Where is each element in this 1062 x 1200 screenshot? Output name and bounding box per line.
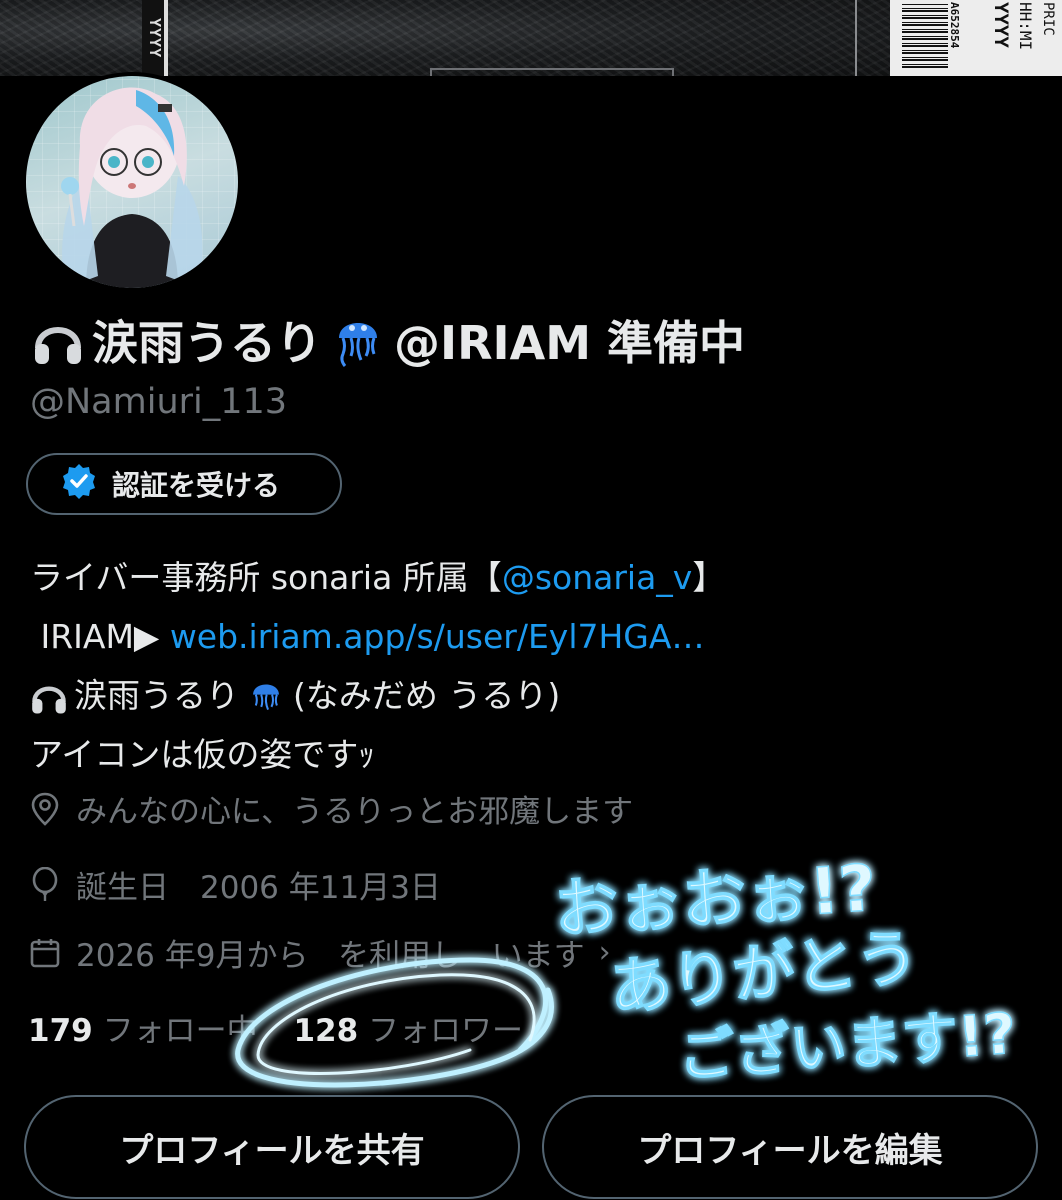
banner-label-code: A652854 bbox=[948, 2, 961, 49]
bio-line-4: アイコンは仮の姿ですｯ bbox=[30, 735, 375, 774]
location-pin-icon bbox=[28, 792, 62, 826]
birthday-text: 誕生日 2006 年11月3日 bbox=[76, 870, 441, 906]
bio-text: IRIAM▶ bbox=[30, 617, 170, 656]
profile-banner[interactable]: YYYY A652854 YYYY HH:MI PRIC bbox=[0, 0, 1062, 76]
profile-birthday: 誕生日 2006 年11月3日 bbox=[28, 862, 441, 907]
display-name-suffix: @IRIAM 準備中 bbox=[394, 316, 746, 370]
display-name-text: 涙雨うるり bbox=[92, 316, 322, 370]
followers-label: フォロワー bbox=[368, 1013, 524, 1049]
followers-link[interactable]: 128 フォロワー bbox=[293, 1013, 523, 1049]
chevron-right-icon[interactable]: › bbox=[599, 935, 611, 970]
banner-label-time: HH:MI bbox=[1016, 2, 1035, 51]
display-name: 涙雨うるり @IRIAM 準備中 bbox=[30, 305, 745, 375]
following-count: 179 bbox=[28, 1013, 93, 1049]
joined-text: 2026 年9月から を利用し います bbox=[76, 938, 585, 974]
annotation-line-2: ありがとう bbox=[606, 920, 922, 1025]
bio-line-1: ライバー事務所 sonaria 所属【 @sonaria_v 】 bbox=[30, 548, 725, 607]
banner-vertical-text: YYYY bbox=[142, 0, 164, 76]
banner-label: A652854 YYYY HH:MI PRIC bbox=[890, 0, 1062, 76]
bio-line-3: 涙雨うるり (なみだめ うるり) bbox=[30, 666, 725, 725]
bio-text: 涙雨うるり bbox=[74, 676, 239, 715]
mention-link[interactable]: @sonaria_v bbox=[502, 548, 693, 607]
follow-stats: 179 フォロー中 128 フォロワー bbox=[28, 1005, 523, 1050]
edit-profile-button[interactable]: プロフィールを編集 bbox=[542, 1095, 1038, 1199]
banner-frame bbox=[430, 68, 674, 76]
avatar[interactable] bbox=[22, 72, 242, 292]
jellyfish-icon bbox=[249, 676, 283, 716]
iriam-link[interactable]: web.iriam.app/s/user/Eyl7HGA… bbox=[170, 607, 705, 666]
location-text: みんなの心に、うるりっとお邪魔します bbox=[76, 794, 634, 830]
profile-bio: ライバー事務所 sonaria 所属【 @sonaria_v 】 IRIAM▶ … bbox=[30, 548, 725, 784]
avatar-illustration bbox=[61, 87, 203, 288]
bio-text: ライバー事務所 sonaria 所属【 bbox=[30, 558, 502, 597]
user-handle: @Namiuri_113 bbox=[30, 382, 288, 422]
profile-joined: 2026 年9月から を利用し います › bbox=[28, 930, 611, 975]
verified-badge-icon bbox=[60, 462, 98, 507]
banner-label-price: PRIC bbox=[1040, 2, 1056, 36]
calendar-icon bbox=[28, 936, 62, 970]
banner-stripe bbox=[164, 0, 168, 76]
bio-text: 】 bbox=[692, 558, 726, 597]
bio-line-2: IRIAM▶ web.iriam.app/s/user/Eyl7HGA… bbox=[30, 607, 725, 666]
bio-text: (なみだめ うるり) bbox=[293, 676, 561, 715]
headphones-icon bbox=[30, 312, 86, 368]
jellyfish-icon bbox=[330, 312, 386, 368]
get-verified-label: 認証を受ける bbox=[112, 469, 281, 502]
followers-count: 128 bbox=[293, 1013, 359, 1049]
following-label: フォロー中 bbox=[102, 1013, 258, 1049]
annotation-line-3: ございます!? bbox=[676, 1002, 1018, 1090]
banner-label-title: YYYY bbox=[990, 2, 1012, 48]
banner-line bbox=[855, 0, 857, 76]
headphones-icon bbox=[30, 677, 68, 715]
following-link[interactable]: 179 フォロー中 bbox=[28, 1013, 267, 1049]
share-profile-button[interactable]: プロフィールを共有 bbox=[24, 1095, 520, 1199]
profile-location: みんなの心に、うるりっとお邪魔します bbox=[28, 786, 633, 831]
balloon-icon bbox=[28, 866, 62, 902]
get-verified-button[interactable]: 認証を受ける bbox=[26, 453, 342, 515]
barcode-icon bbox=[902, 4, 948, 68]
